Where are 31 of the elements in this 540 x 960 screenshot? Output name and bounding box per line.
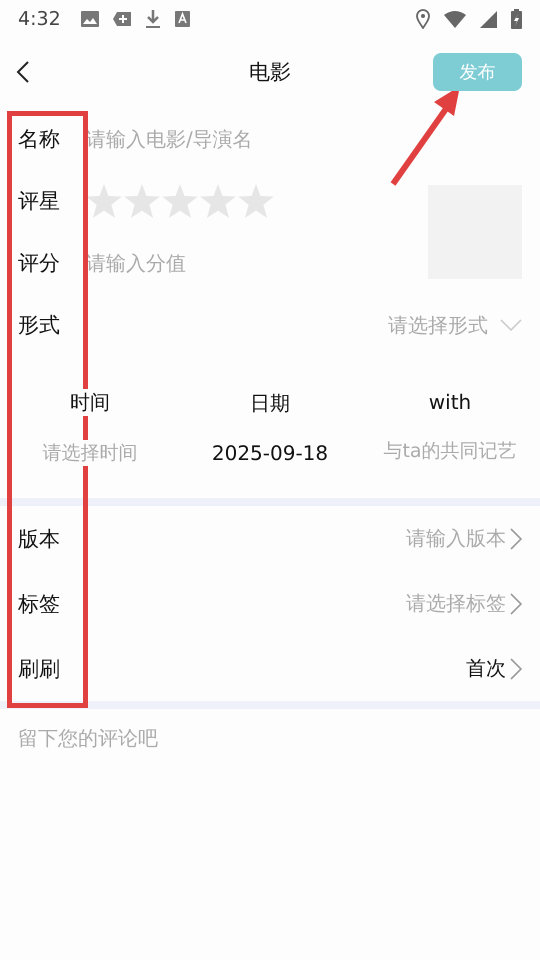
- tag-icon: [112, 12, 131, 26]
- field-label: 评分: [18, 250, 61, 277]
- field-label: 名称: [18, 126, 61, 153]
- detail-selector[interactable]: 首次: [466, 655, 522, 682]
- wifi-icon: [444, 10, 466, 28]
- info-column[interactable]: 日期 2025-09-18: [180, 356, 360, 498]
- signal-icon: [480, 10, 497, 28]
- chevron-right-icon: [510, 592, 522, 614]
- page-title: 电影: [248, 59, 292, 86]
- field-label: 标签: [18, 590, 61, 618]
- comment-field[interactable]: 留下您的评论吧: [0, 709, 540, 909]
- field-label: 刷刷: [18, 656, 61, 682]
- chevron-right-icon: [510, 528, 522, 550]
- status-time: 4:32: [18, 8, 61, 30]
- info-column[interactable]: 时间 请选择时间: [0, 356, 180, 498]
- field-label: 评星: [18, 188, 61, 215]
- chevron-down-icon: [500, 319, 522, 331]
- input-field[interactable]: 请输入分值: [86, 251, 428, 275]
- download-icon: [144, 10, 161, 28]
- field-label: 形式: [18, 312, 61, 339]
- battery-icon: [511, 9, 522, 29]
- info-column[interactable]: with 与ta的共同记艺: [360, 356, 540, 498]
- location-icon: [416, 9, 430, 29]
- star-rating[interactable]: [86, 184, 274, 218]
- input-field[interactable]: 请输入电影/导演名: [86, 127, 522, 151]
- font-icon: [174, 11, 190, 27]
- field-label: 版本: [18, 526, 61, 552]
- chevron-right-icon: [510, 658, 522, 680]
- image-icon: [80, 11, 99, 27]
- back-icon: [16, 60, 30, 84]
- star-icon: [86, 184, 122, 218]
